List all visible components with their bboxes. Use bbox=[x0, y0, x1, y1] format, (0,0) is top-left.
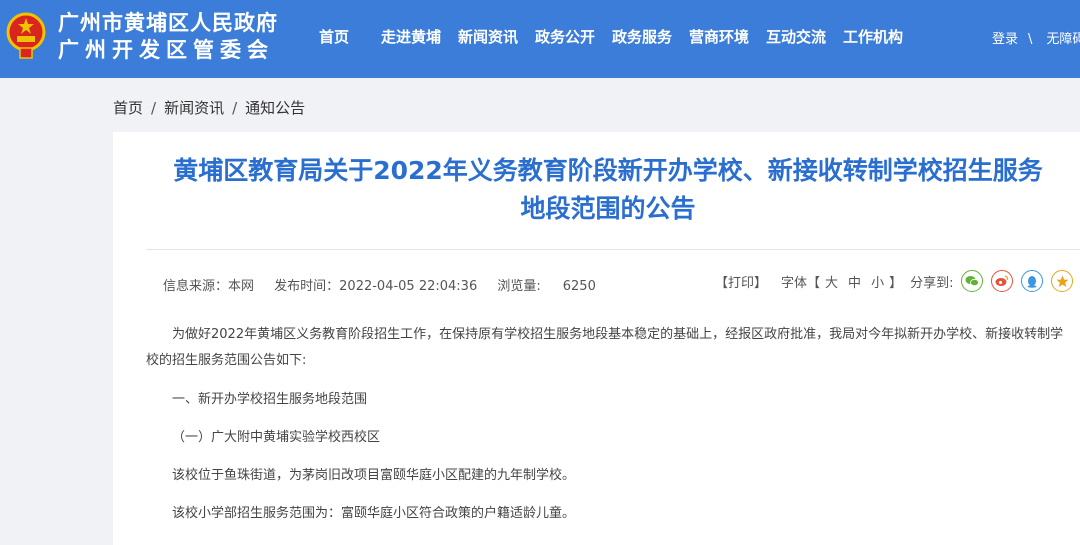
national-emblem-icon[interactable] bbox=[6, 10, 46, 62]
font-large-button[interactable]: 大 bbox=[825, 272, 838, 291]
meta-source: 信息来源：本网 bbox=[163, 279, 255, 294]
nav-home[interactable]: 首页 bbox=[319, 26, 349, 47]
paragraph-section-1: 一、新开办学校招生服务地段范围 bbox=[172, 392, 368, 407]
nav-gov-affairs[interactable]: 政务公开 bbox=[535, 26, 595, 47]
article-tools: 【打印】 字体【 大 中 小 】 分享到: bbox=[715, 270, 1074, 292]
header-separator: \ bbox=[1028, 32, 1033, 47]
qq-icon[interactable] bbox=[1021, 270, 1044, 292]
article-title: 黄埔区教育局关于2022年义务教育阶段新开办学校、新接收转制学校招生服务 地段范… bbox=[113, 152, 1080, 228]
article-meta: 信息来源：本网 发布时间：2022-04-05 22:04:36 浏览量: 625… bbox=[163, 275, 612, 294]
article-title-line2: 地段范围的公告 bbox=[520, 194, 696, 223]
breadcrumb-notices[interactable]: 通知公告 bbox=[245, 99, 305, 117]
header-links: 登录 \ 无障碍 bbox=[986, 28, 1080, 47]
site-header: 广州市黄埔区人民政府 广州开发区管委会 首页 走进黄埔 新闻资讯 政务公开 政务… bbox=[0, 0, 1080, 78]
nav-about-huangpu[interactable]: 走进黄埔 bbox=[381, 26, 441, 47]
paragraph-intro: 为做好2022年黄埔区义务教育阶段招生工作，在保持原有学校招生服务地段基本稳定的… bbox=[146, 327, 1064, 368]
weibo-icon[interactable] bbox=[991, 270, 1014, 292]
share-label: 分享到: bbox=[910, 275, 954, 291]
breadcrumb: 首页 / 新闻资讯 / 通知公告 bbox=[113, 97, 305, 118]
breadcrumb-home[interactable]: 首页 bbox=[113, 99, 143, 117]
paragraph-school-range: 该校小学部招生服务范围为：富颐华庭小区符合政策的户籍适龄儿童。 bbox=[172, 506, 576, 521]
font-medium-button[interactable]: 中 bbox=[848, 272, 861, 291]
nav-interaction[interactable]: 互动交流 bbox=[766, 26, 826, 47]
article-body: 为做好2022年黄埔区义务教育阶段招生工作，在保持原有学校招生服务地段基本稳定的… bbox=[146, 322, 1076, 540]
meta-views-label: 浏览量: bbox=[497, 279, 541, 294]
nav-business-env[interactable]: 营商环境 bbox=[689, 26, 749, 47]
nav-gov-services[interactable]: 政务服务 bbox=[612, 26, 672, 47]
breadcrumb-separator: / bbox=[232, 99, 238, 117]
wechat-icon[interactable] bbox=[961, 270, 984, 292]
font-size-close: 】 bbox=[889, 275, 903, 291]
article-panel: 黄埔区教育局关于2022年义务教育阶段新开办学校、新接收转制学校招生服务 地段范… bbox=[113, 132, 1080, 545]
login-link[interactable]: 登录 bbox=[992, 32, 1018, 47]
site-name-line1: 广州市黄埔区人民政府 bbox=[58, 11, 278, 35]
article-title-line1: 黄埔区教育局关于2022年义务教育阶段新开办学校、新接收转制学校招生服务 bbox=[173, 156, 1043, 185]
paragraph-school-1: （一）广大附中黄埔实验学校西校区 bbox=[172, 430, 381, 445]
paragraph-school-location: 该校位于鱼珠街道，为茅岗旧改项目富颐华庭小区配建的九年制学校。 bbox=[172, 468, 576, 483]
site-name-line2: 广州开发区管委会 bbox=[58, 38, 274, 62]
meta-publish-time: 发布时间：2022-04-05 22:04:36 bbox=[274, 279, 478, 294]
title-divider bbox=[146, 249, 1080, 250]
accessibility-link[interactable]: 无障碍 bbox=[1046, 32, 1080, 47]
site-title[interactable]: 广州市黄埔区人民政府 广州开发区管委会 bbox=[58, 10, 278, 64]
qzone-icon[interactable] bbox=[1051, 270, 1074, 292]
breadcrumb-news[interactable]: 新闻资讯 bbox=[164, 99, 224, 117]
breadcrumb-separator: / bbox=[151, 99, 157, 117]
nav-news[interactable]: 新闻资讯 bbox=[458, 26, 518, 47]
nav-departments[interactable]: 工作机构 bbox=[843, 26, 903, 47]
print-button[interactable]: 【打印】 bbox=[715, 272, 767, 291]
font-size-label: 字体【 bbox=[781, 275, 821, 291]
meta-views-value: 6250 bbox=[562, 279, 596, 294]
font-small-button[interactable]: 小 bbox=[871, 272, 884, 291]
